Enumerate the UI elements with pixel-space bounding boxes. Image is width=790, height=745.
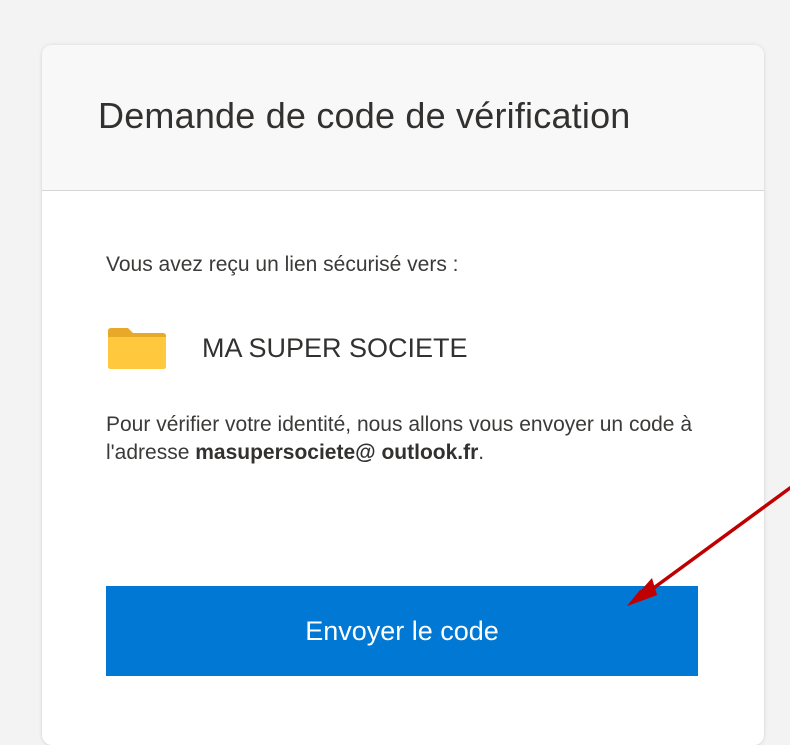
description-suffix: . [478, 441, 485, 464]
dialog-body: Vous avez reçu un lien sécurisé vers : M… [42, 253, 764, 467]
verification-description: Pour vérifier votre identité, nous allon… [106, 411, 706, 467]
folder-icon [108, 328, 166, 369]
send-code-button[interactable]: Envoyer le code [106, 586, 698, 676]
intro-text: Vous avez reçu un lien sécurisé vers : [106, 253, 459, 276]
recipient-email: masupersociete@ outlook.fr [195, 441, 479, 464]
folder-name: MA SUPER SOCIETE [202, 332, 468, 363]
dialog-header: Demande de code de vérification [42, 45, 764, 191]
verification-dialog: Demande de code de vérification Vous ave… [42, 45, 764, 745]
shared-folder: MA SUPER SOCIETE [106, 326, 704, 370]
dialog-title: Demande de code de vérification [98, 95, 631, 136]
